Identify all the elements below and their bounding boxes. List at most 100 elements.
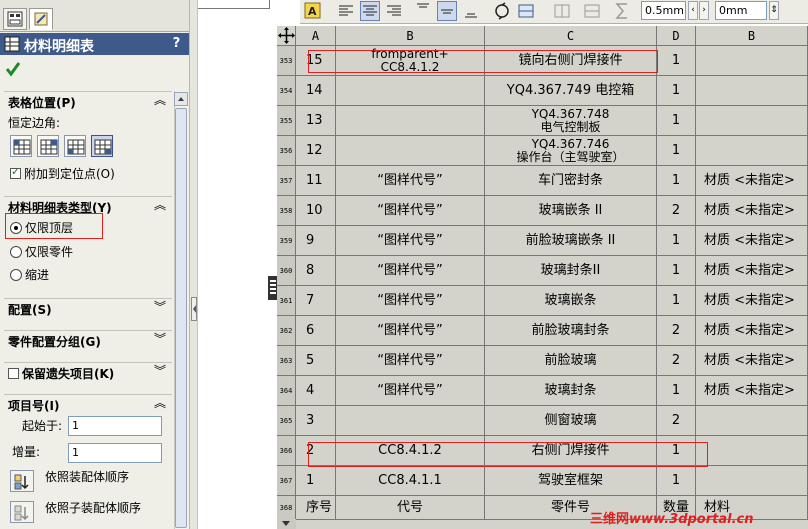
cell-part-name[interactable]: YQ4.367.746 操作台（主驾驶室） (485, 136, 657, 166)
cell-item-no[interactable]: 9 (296, 226, 336, 256)
ok-check-icon[interactable] (5, 61, 21, 77)
cell-material[interactable] (696, 106, 808, 136)
cell-code[interactable]: “图样代号” (336, 256, 485, 286)
column-header-a[interactable]: A (296, 26, 336, 46)
text-font-button[interactable]: A (303, 1, 323, 21)
cell-part-name[interactable]: YQ4.367.749 电控箱 (485, 76, 657, 106)
cell-material[interactable]: 材质 <未指定> (696, 226, 808, 256)
cell-code[interactable] (336, 76, 485, 106)
cell-code[interactable]: “图样代号” (336, 286, 485, 316)
cell-material[interactable]: 材质 <未指定> (696, 196, 808, 226)
cell-quantity[interactable]: 1 (657, 106, 696, 136)
group-keep-missing[interactable]: 保留遗失项目(K) ︾ (4, 362, 172, 381)
collapse-icon[interactable]: ︽ (154, 94, 166, 106)
start-at-input[interactable]: 1 (68, 416, 162, 436)
checkbox-checked-icon[interactable] (10, 165, 21, 179)
cell-item-no[interactable]: 13 (296, 106, 336, 136)
table-header-button[interactable] (492, 1, 512, 21)
row-number[interactable]: 367 (277, 466, 296, 496)
expand-icon[interactable]: ︾ (154, 301, 166, 313)
bom-table[interactable]: A B C D B 353 15 fromparent+ CC8.4.1.2 镜向右侧… (277, 26, 808, 529)
help-button[interactable]: ? (168, 35, 185, 52)
cell-item-no[interactable]: 5 (296, 346, 336, 376)
line-width-input[interactable]: 0mm (715, 1, 767, 20)
row-number[interactable]: 362 (277, 316, 296, 346)
cell-item-no[interactable]: 7 (296, 286, 336, 316)
cell-quantity[interactable]: 2 (657, 406, 696, 436)
cell-quantity[interactable]: 1 (657, 76, 696, 106)
row-number[interactable]: 363 (277, 346, 296, 376)
cell-part-name[interactable]: 驾驶室框架 (485, 466, 657, 496)
cell-code[interactable]: 代号 (336, 496, 485, 520)
expand-icon[interactable]: ︾ (154, 365, 166, 377)
valign-top-button[interactable] (413, 1, 433, 21)
cell-quantity[interactable]: 1 (657, 46, 696, 76)
anchor-top-right-button[interactable] (37, 135, 59, 157)
cell-quantity[interactable]: 1 (657, 256, 696, 286)
split-cells-button[interactable] (582, 1, 602, 21)
cell-material[interactable] (696, 46, 808, 76)
collapse-icon[interactable]: ︽ (154, 397, 166, 409)
cell-item-no[interactable]: 12 (296, 136, 336, 166)
cell-item-no[interactable]: 6 (296, 316, 336, 346)
align-right-button[interactable] (384, 1, 404, 21)
order-subassembly-button[interactable] (10, 501, 34, 523)
cell-part-name[interactable]: 车门密封条 (485, 166, 657, 196)
expand-icon[interactable]: ︾ (154, 333, 166, 345)
row-number[interactable]: 357 (277, 166, 296, 196)
valign-middle-button[interactable] (437, 1, 457, 21)
cell-part-name[interactable]: 前脸玻璃封条 (485, 316, 657, 346)
cell-quantity[interactable]: 1 (657, 136, 696, 166)
anchor-top-left-button[interactable] (10, 135, 32, 157)
row-number[interactable]: 364 (277, 376, 296, 406)
column-header-e[interactable]: B (696, 26, 808, 46)
table-corner-handle[interactable] (277, 26, 296, 46)
cell-quantity[interactable]: 1 (657, 166, 696, 196)
row-number[interactable]: 366 (277, 436, 296, 466)
collapse-icon[interactable]: ︽ (154, 199, 166, 211)
row-expand-arrow[interactable] (277, 519, 296, 529)
cell-part-name[interactable]: 玻璃封条II (485, 256, 657, 286)
cell-code[interactable]: “图样代号” (336, 166, 485, 196)
panel-splitter[interactable] (190, 0, 198, 529)
tab-feature-manager[interactable] (3, 8, 27, 30)
radio-unselected-icon[interactable] (10, 246, 22, 258)
spin-left-button[interactable]: ‹ (688, 1, 698, 20)
column-header-b[interactable]: B (336, 26, 485, 46)
cell-material[interactable] (696, 76, 808, 106)
cell-code[interactable]: “图样代号” (336, 376, 485, 406)
cell-item-no[interactable]: 10 (296, 196, 336, 226)
row-number[interactable]: 356 (277, 136, 296, 166)
cell-code[interactable]: “图样代号” (336, 226, 485, 256)
cell-material[interactable]: 材质 <未指定> (696, 166, 808, 196)
align-center-button[interactable] (360, 1, 380, 21)
cell-material[interactable]: 材质 <未指定> (696, 256, 808, 286)
cell-part-name[interactable]: 玻璃嵌条 (485, 286, 657, 316)
cell-item-no[interactable]: 8 (296, 256, 336, 286)
cell-material[interactable]: 材质 <未指定> (696, 286, 808, 316)
cell-material[interactable] (696, 466, 808, 496)
anchor-bottom-left-button[interactable] (64, 135, 86, 157)
cell-code[interactable] (336, 406, 485, 436)
cell-code[interactable]: “图样代号” (336, 316, 485, 346)
row-number[interactable]: 354 (277, 76, 296, 106)
collapse-panel-handle[interactable] (191, 297, 197, 321)
increment-input[interactable]: 1 (68, 443, 162, 463)
cell-material[interactable] (696, 436, 808, 466)
cell-code[interactable] (336, 136, 485, 166)
cell-material[interactable]: 材质 <未指定> (696, 316, 808, 346)
cell-quantity[interactable]: 2 (657, 196, 696, 226)
grid-spacing-input[interactable]: 0.5mm (641, 1, 686, 20)
cell-material[interactable]: 材质 <未指定> (696, 346, 808, 376)
cell-part-name[interactable]: 玻璃嵌条 II (485, 196, 657, 226)
radio-indented[interactable]: 缩进 (10, 266, 49, 283)
row-number[interactable]: 355 (277, 106, 296, 136)
attach-anchor-checkbox[interactable]: 附加到定位点(O) (10, 165, 115, 182)
cell-quantity[interactable]: 1 (657, 466, 696, 496)
radio-unselected-icon[interactable] (10, 269, 22, 281)
group-item-numbers[interactable]: 项目号(I) ︽ (4, 394, 172, 413)
merge-cells-button[interactable] (552, 1, 572, 21)
spin-up-down-button[interactable]: ⇕ (769, 1, 779, 20)
cell-item-no[interactable]: 3 (296, 406, 336, 436)
cell-quantity[interactable]: 2 (657, 346, 696, 376)
